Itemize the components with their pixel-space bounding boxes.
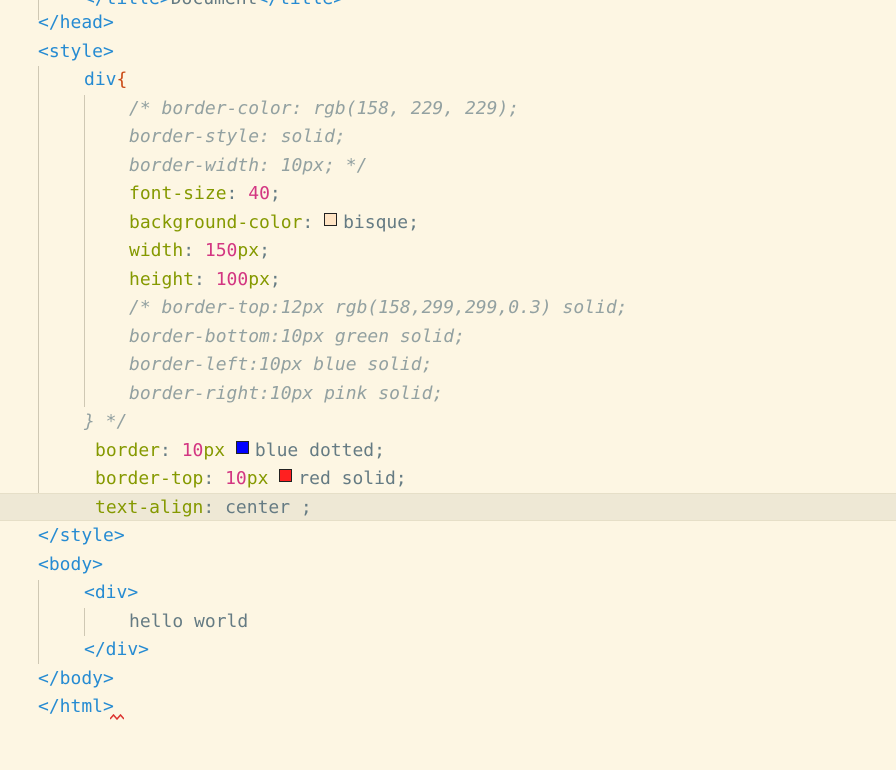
css-number: 40 [248, 183, 270, 204]
code-line: border-right:10px pink solid; [0, 380, 896, 408]
code-line: </div> [0, 636, 896, 664]
colon: : [203, 497, 226, 518]
css-number: 150 [204, 240, 238, 261]
code-line: border-left:10px blue solid; [0, 351, 896, 379]
code-line: </head> [0, 9, 896, 37]
semicolon: ; [269, 183, 281, 204]
semicolon: ; [269, 269, 281, 290]
css-property: border-top [95, 468, 204, 489]
comment-line: border-bottom:10px green solid; [129, 326, 465, 347]
code-line: border-bottom:10px green solid; [0, 323, 896, 351]
colon: : [226, 183, 249, 204]
error-squiggle [110, 714, 124, 720]
css-number: 10 [225, 468, 247, 489]
css-property: border [95, 440, 161, 461]
code-line: </style> [0, 522, 896, 550]
code-line: } */ [0, 408, 896, 436]
color-swatch-bisque[interactable] [324, 213, 338, 226]
code-line: background-color: bisque; [0, 209, 896, 237]
css-value: red solid; [298, 468, 407, 489]
css-number: 100 [215, 269, 249, 290]
css-property: height [129, 269, 195, 290]
code-line: /* border-color: rgb(158, 229, 229); [0, 95, 896, 123]
color-swatch-red[interactable] [279, 469, 293, 482]
comment-line: border-left:10px blue solid; [129, 354, 433, 375]
css-selector: div [84, 69, 117, 90]
css-property: text-align [95, 497, 204, 518]
colon: : [194, 269, 216, 290]
style-open-tag: <style> [38, 41, 114, 62]
css-value: center ; [225, 497, 312, 518]
css-property: background-color [129, 212, 303, 233]
colon: : [160, 440, 182, 461]
current-line[interactable]: text-align: center ; [0, 493, 896, 521]
comment-close: } */ [84, 411, 128, 432]
css-number: 10 [181, 440, 204, 461]
code-line: div{ [0, 66, 896, 94]
css-value: bisque; [343, 212, 419, 233]
head-close-tag: </head> [38, 12, 114, 33]
style-close-tag: </style> [38, 525, 125, 546]
comment-line: border-width: 10px; */ [129, 155, 368, 176]
css-value: blue dotted; [254, 440, 385, 461]
div-open-tag: <div> [84, 582, 139, 603]
title-close-tag: </title> [84, 0, 171, 9]
code-line: hello world [0, 608, 896, 636]
code-line: <div> [0, 579, 896, 607]
code-line: /* border-top:12px rgb(158,299,299,0.3) … [0, 294, 896, 322]
colon: : [203, 468, 226, 489]
css-unit: px [246, 468, 280, 489]
code-line: border-width: 10px; */ [0, 152, 896, 180]
css-property: font-size [129, 183, 227, 204]
body-open-tag: <body> [38, 554, 104, 575]
colon: : [302, 212, 325, 233]
comment-line: /* border-top:12px rgb(158,299,299,0.3) … [129, 297, 628, 318]
code-line: border-top: 10px red solid; [0, 465, 896, 493]
div-close-tag: </div> [84, 639, 150, 660]
css-unit: px [203, 440, 236, 461]
code-line: border: 10px blue dotted; [0, 437, 896, 465]
code-line: border-style: solid; [0, 123, 896, 151]
title-close-tag: </title> [257, 0, 344, 9]
text-content: hello world [129, 611, 249, 632]
comment-line: /* border-color: rgb(158, 229, 229); [129, 98, 520, 119]
css-unit: px [248, 269, 270, 290]
css-unit: px [237, 240, 260, 261]
comment-line: border-right:10px pink solid; [129, 383, 444, 404]
colon: : [183, 240, 205, 261]
code-line: </body> [0, 665, 896, 693]
semicolon: ; [259, 240, 270, 261]
code-line: font-size: 40; [0, 180, 896, 208]
code-editor[interactable]: </title>Document</title> </head> <style>… [0, 0, 896, 770]
code-line: </html> [0, 693, 896, 721]
open-brace: { [116, 69, 128, 90]
color-swatch-blue[interactable] [235, 441, 249, 454]
css-property: width [129, 240, 184, 261]
code-line: <body> [0, 551, 896, 579]
html-close-tag: </html> [38, 696, 114, 717]
body-close-tag: </body> [38, 668, 114, 689]
code-line: width: 150px; [0, 237, 896, 265]
code-line: <style> [0, 38, 896, 66]
comment-line: border-style: solid; [129, 126, 346, 147]
title-text: Document [171, 0, 258, 9]
code-line: height: 100px; [0, 266, 896, 294]
